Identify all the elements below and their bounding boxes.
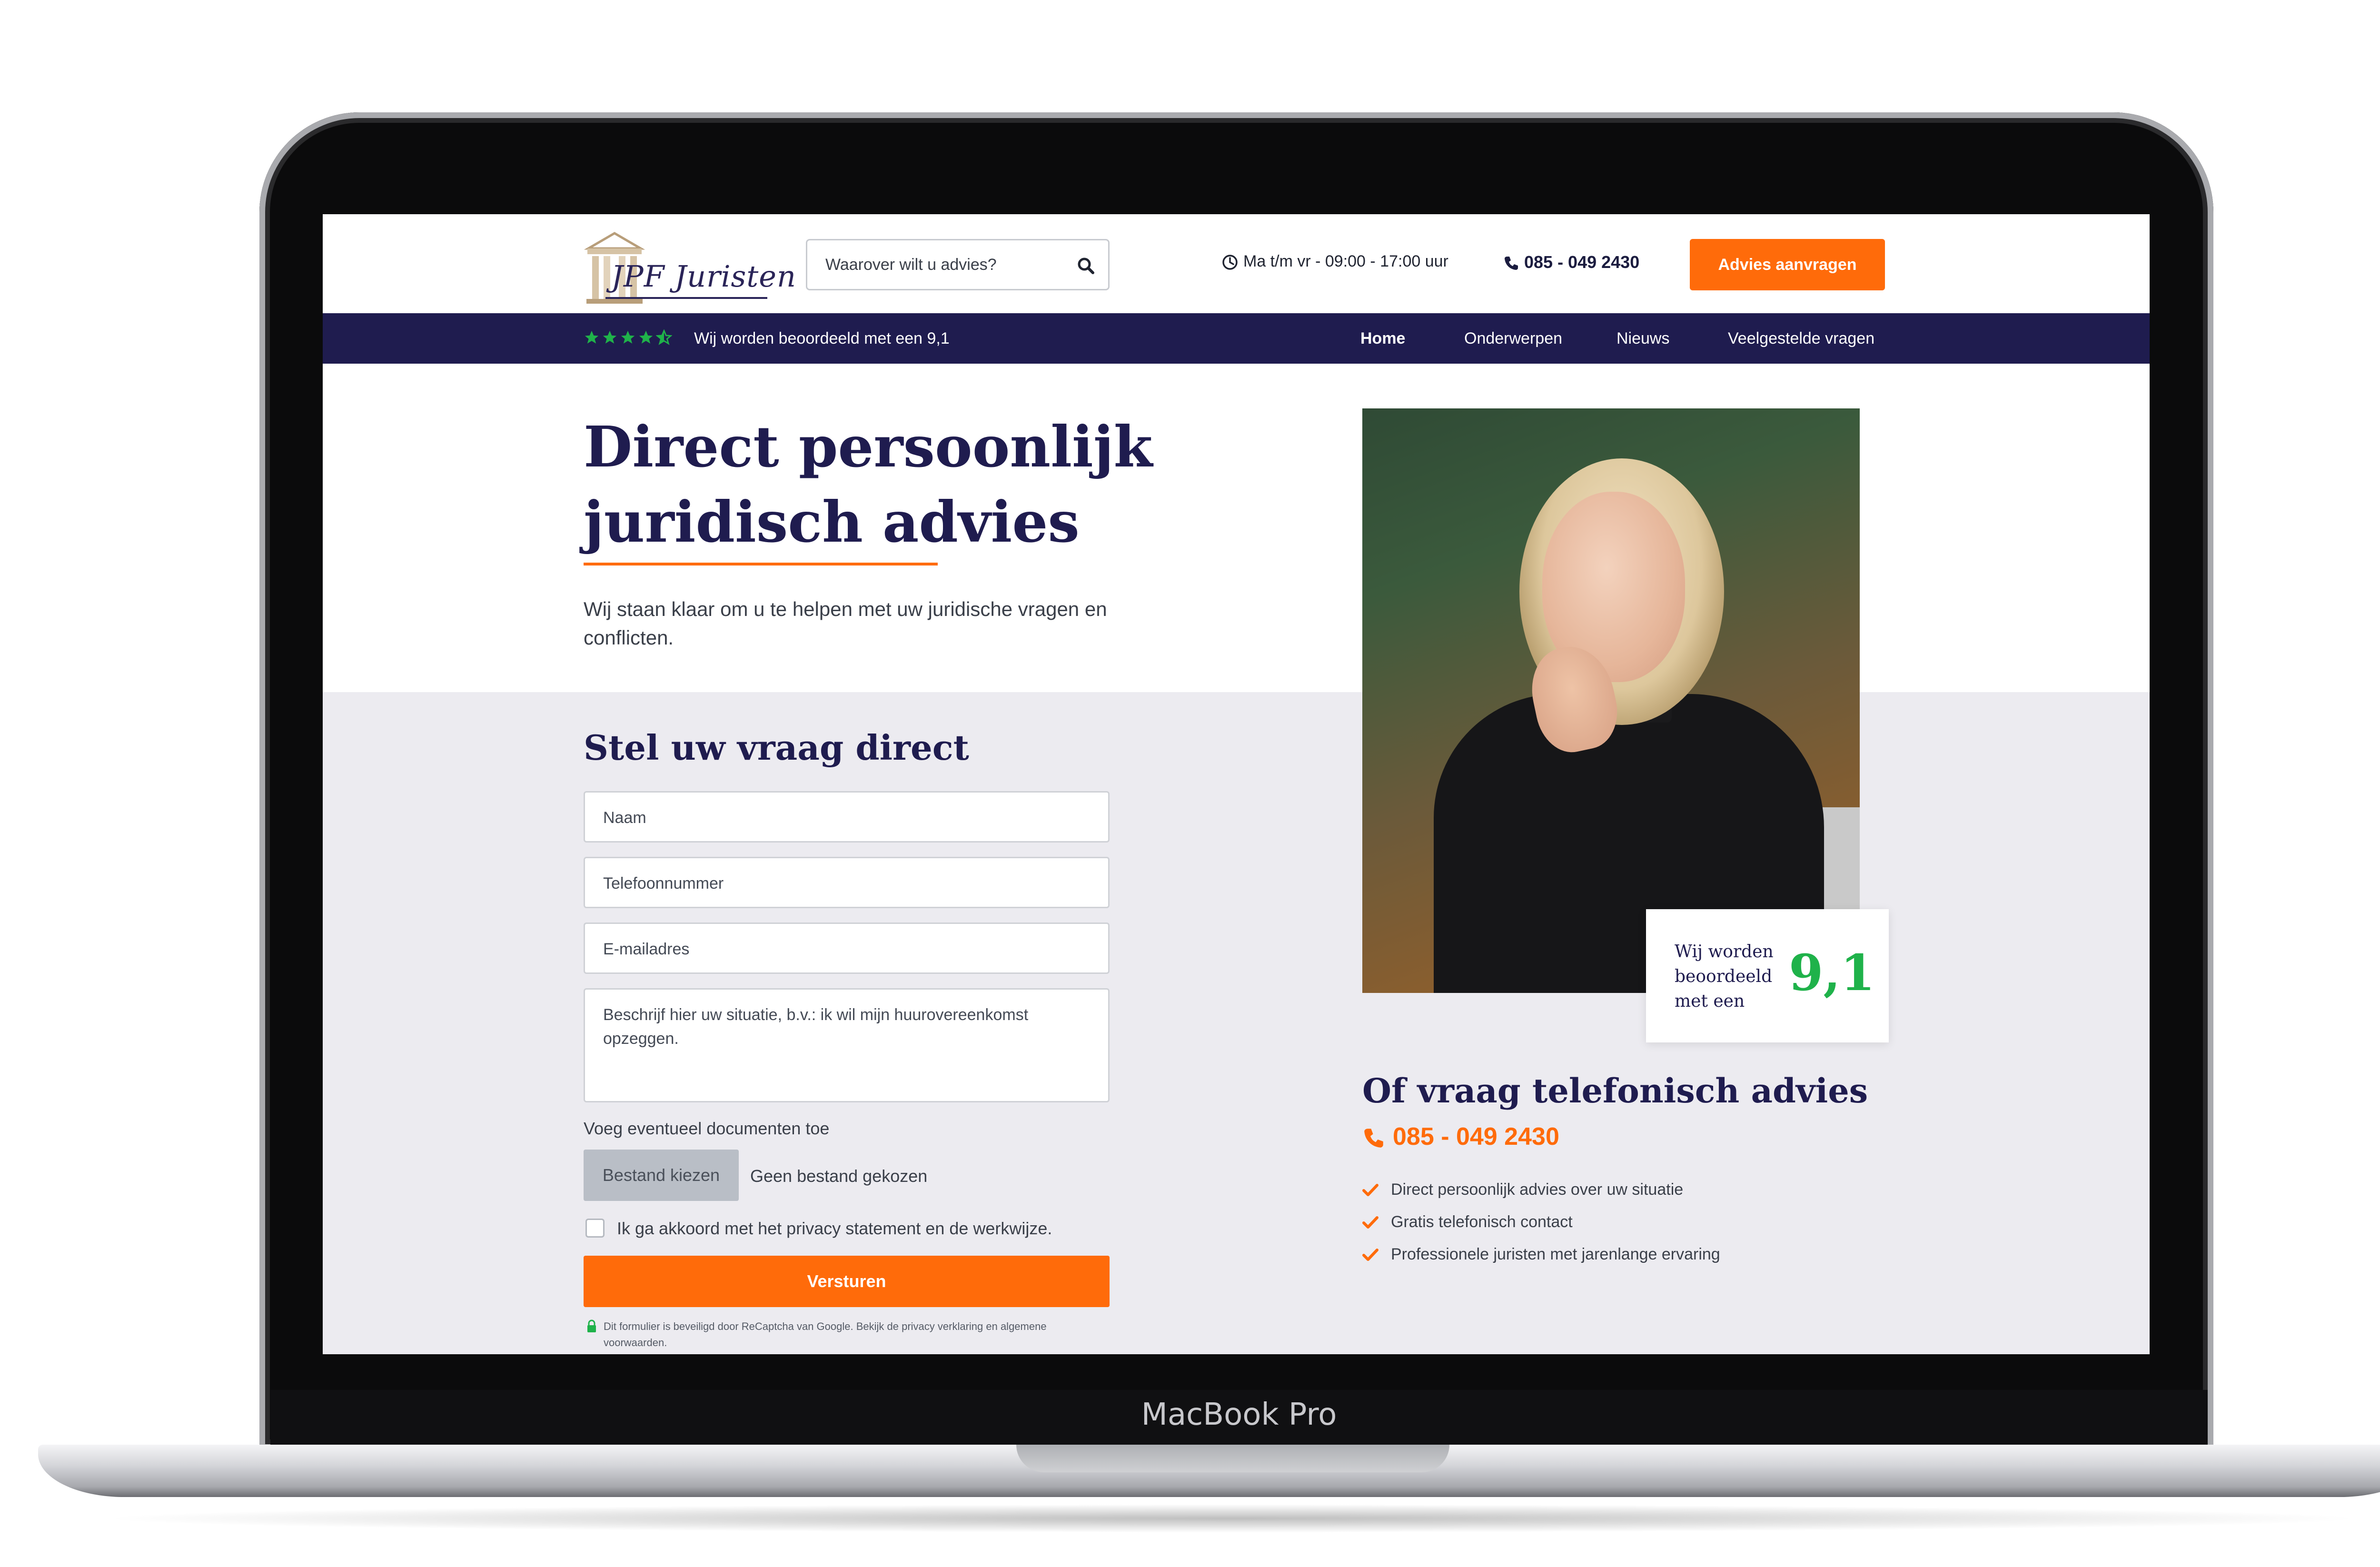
phone-advice-number-text: 085 - 049 2430 bbox=[1393, 1123, 1559, 1150]
clock-icon bbox=[1222, 255, 1238, 270]
advisor-photo bbox=[1362, 408, 1860, 993]
rating-card-score: 9,1 bbox=[1789, 943, 1875, 1002]
benefit-item: Direct persoonlijk advies over uw situat… bbox=[1362, 1180, 1683, 1199]
checkmark-icon bbox=[1362, 1216, 1378, 1229]
phone-icon bbox=[1505, 257, 1518, 270]
nav-item-faq[interactable]: Veelgestelde vragen bbox=[1728, 329, 1874, 348]
phone-advice-title: Of vraag telefonisch advies bbox=[1362, 1071, 1868, 1111]
main-navbar: Wij worden beoordeeld met een 9,1 Home O… bbox=[323, 313, 2150, 364]
opening-hours: Ma t/m vr - 09:00 - 17:00 uur bbox=[1221, 252, 1448, 276]
benefit-item: Professionele juristen met jarenlange er… bbox=[1362, 1245, 1720, 1264]
star-icon bbox=[639, 330, 653, 344]
form-title: Stel uw vraag direct bbox=[584, 727, 969, 768]
hero-title-line-1: Direct persoonlijk bbox=[584, 414, 1153, 480]
rating-card-text: Wij worden beoordeeld met een bbox=[1675, 942, 1774, 1011]
name-field[interactable]: Naam bbox=[584, 791, 1110, 843]
lock-icon bbox=[587, 1319, 596, 1332]
submit-button[interactable]: Versturen bbox=[584, 1256, 1110, 1307]
hero-subtitle: Wij staan klaar om u te helpen met uw ju… bbox=[584, 598, 1107, 649]
hero-title-underline bbox=[584, 563, 938, 565]
opening-hours-text: Ma t/m vr - 09:00 - 17:00 uur bbox=[1243, 252, 1448, 270]
logo-underline bbox=[605, 297, 767, 299]
benefit-text: Professionele juristen met jarenlange er… bbox=[1391, 1245, 1720, 1263]
upload-label: Voeg eventueel documenten toe bbox=[584, 1119, 830, 1138]
phone-field[interactable]: Telefoonnummer bbox=[584, 857, 1110, 908]
laptop-base-notch bbox=[1016, 1445, 1449, 1472]
consent-label[interactable]: Ik ga akkoord met het privacy statement … bbox=[617, 1219, 1052, 1239]
rating-card: Wij worden beoordeeld met een 9,1 bbox=[1646, 909, 1889, 1042]
search-box[interactable]: Waarover wilt u advies? bbox=[806, 239, 1110, 290]
phone-field-placeholder: Telefoonnummer bbox=[603, 874, 724, 893]
benefit-item: Gratis telefonisch contact bbox=[1362, 1213, 1573, 1231]
benefit-text: Direct persoonlijk advies over uw situat… bbox=[1391, 1180, 1684, 1199]
hero-title: Direct persoonlijk juridisch advies bbox=[584, 409, 1202, 560]
consent-checkbox[interactable] bbox=[585, 1219, 605, 1238]
search-input[interactable]: Waarover wilt u advies? bbox=[825, 256, 997, 274]
half-star-icon bbox=[656, 329, 672, 345]
site-logo[interactable]: JPF Juristen bbox=[584, 226, 796, 306]
name-field-placeholder: Naam bbox=[603, 809, 646, 827]
laptop-shadow bbox=[95, 1504, 2369, 1533]
logo-text: JPF Juristen bbox=[611, 259, 796, 294]
star-icon bbox=[603, 330, 617, 344]
star-icon bbox=[585, 330, 599, 344]
header-phone[interactable]: 085 - 049 2430 bbox=[1503, 252, 1639, 272]
search-icon[interactable] bbox=[1074, 254, 1099, 278]
nav-item-home[interactable]: Home bbox=[1360, 329, 1405, 348]
laptop-screen: JPF Juristen Waarover wilt u advies? Ma … bbox=[323, 214, 2150, 1354]
star-icon bbox=[621, 330, 635, 344]
phone-icon bbox=[1364, 1129, 1383, 1148]
rating-stars bbox=[584, 329, 674, 348]
choose-file-button[interactable]: Bestand kiezen bbox=[584, 1150, 739, 1201]
benefit-text: Gratis telefonisch contact bbox=[1391, 1213, 1573, 1231]
file-status: Geen bestand gekozen bbox=[750, 1166, 928, 1186]
nav-item-onderwerpen[interactable]: Onderwerpen bbox=[1464, 329, 1562, 348]
nav-item-nieuws[interactable]: Nieuws bbox=[1616, 329, 1669, 348]
message-textarea-placeholder: Beschrijf hier uw situatie, b.v.: ik wil… bbox=[603, 1006, 1029, 1048]
advice-request-button[interactable]: Advies aanvragen bbox=[1690, 239, 1885, 290]
checkmark-icon bbox=[1362, 1249, 1378, 1261]
recaptcha-note: Dit formulier is beveiligd door ReCaptch… bbox=[604, 1320, 1047, 1349]
header-phone-number: 085 - 049 2430 bbox=[1524, 252, 1640, 272]
site-header: JPF Juristen Waarover wilt u advies? Ma … bbox=[323, 214, 2150, 313]
message-textarea[interactable]: Beschrijf hier uw situatie, b.v.: ik wil… bbox=[584, 988, 1110, 1102]
device-brand-label: MacBook Pro bbox=[1141, 1397, 1337, 1432]
email-field[interactable]: E-mailadres bbox=[584, 922, 1110, 974]
phone-advice-number[interactable]: 085 - 049 2430 bbox=[1362, 1122, 1559, 1151]
email-field-placeholder: E-mailadres bbox=[603, 940, 690, 958]
rating-text: Wij worden beoordeeld met een 9,1 bbox=[694, 329, 950, 347]
checkmark-icon bbox=[1362, 1184, 1378, 1197]
hero-title-line-2: juridisch advies bbox=[584, 489, 1080, 555]
